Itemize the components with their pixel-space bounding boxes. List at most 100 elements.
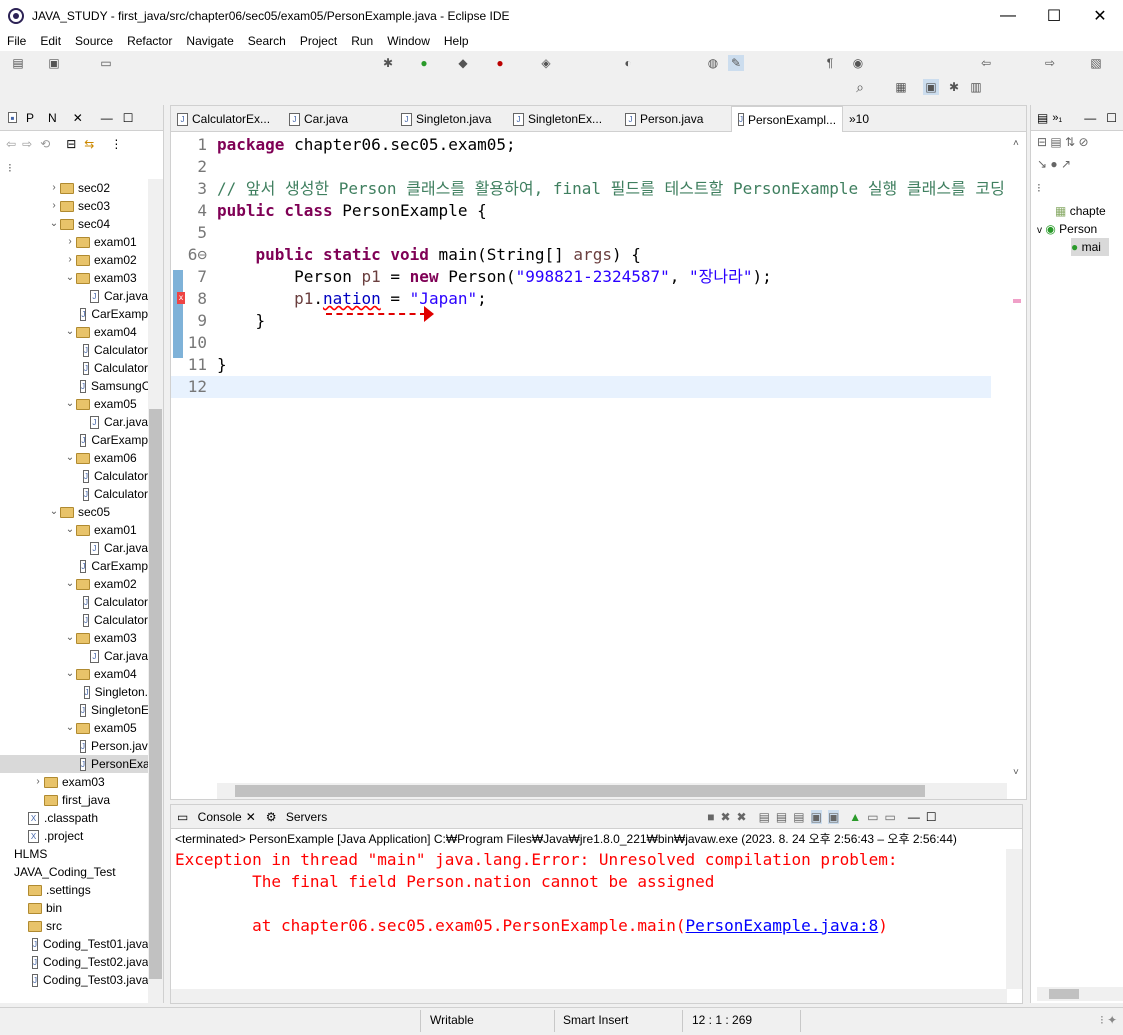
editor-tab[interactable]: JPersonExampl...✕ [731, 106, 843, 132]
remove-all-icon[interactable]: ✖ [737, 810, 747, 824]
show-stdout-icon[interactable]: ▣ [810, 809, 822, 824]
expand-chevron-icon[interactable]: ⌄ [64, 269, 76, 287]
menu-edit[interactable]: Edit [33, 34, 68, 48]
tree-file[interactable]: J Car.java [0, 287, 148, 305]
pin-editor-icon[interactable]: ▧ [1088, 55, 1104, 71]
toggle-breadcrumb-icon[interactable]: ◍ [705, 55, 721, 71]
up-icon[interactable]: ⟲ [40, 137, 50, 151]
tree-file[interactable]: J Car.java [0, 413, 148, 431]
view-overflow-icon[interactable]: »₁ [1052, 112, 1062, 124]
tree-file[interactable]: J Calculator [0, 611, 148, 629]
expand-chevron-icon[interactable]: ⌄ [64, 521, 76, 539]
open-console-icon[interactable]: ▭ [885, 810, 896, 824]
tree-folder[interactable]: bin [0, 899, 148, 917]
code-line[interactable]: 9 } [171, 310, 991, 332]
navigator-tab[interactable]: N [44, 111, 57, 125]
outline-tab[interactable]: ▤ [1037, 111, 1048, 125]
menu-navigate[interactable]: Navigate [179, 34, 240, 48]
maximize-view-icon[interactable]: ☐ [1106, 111, 1117, 125]
tree-folder[interactable]: › sec03 [0, 197, 148, 215]
tree-folder[interactable]: › sec02 [0, 179, 148, 197]
tree-file[interactable]: J Coding_Test02.java [0, 953, 148, 971]
tree-folder[interactable]: first_java [0, 791, 148, 809]
menu-help[interactable]: Help [437, 34, 476, 48]
tree-folder[interactable]: ⌄ sec05 [0, 503, 148, 521]
outline-package[interactable]: ▦ chapte [1055, 202, 1106, 220]
outline-menu-icon[interactable]: ⁝ [1037, 181, 1041, 195]
outline-toolbar[interactable]: ⊟ ▤ ⇅ ⊘ [1037, 135, 1089, 149]
maximize-button[interactable]: ☐ [1031, 0, 1077, 31]
back-icon[interactable]: ⇦ [978, 55, 994, 71]
link-editor-icon[interactable]: ⇆ [84, 137, 94, 151]
code-line[interactable]: 2 [171, 156, 991, 178]
expand-chevron-icon[interactable]: ⌄ [64, 323, 76, 341]
tree-folder[interactable]: ⌄ sec04 [0, 215, 148, 233]
tree-file[interactable]: J Person.java [0, 737, 148, 755]
java-perspective-icon[interactable]: ▣ [923, 79, 939, 95]
debug-icon[interactable]: ✱ [380, 55, 396, 71]
back-arrow-icon[interactable]: ⇦ [6, 137, 16, 151]
forward-arrow-icon[interactable]: ⇨ [22, 137, 32, 151]
open-perspective-icon[interactable]: ▦ [893, 79, 909, 95]
tree-file[interactable]: J Calculator [0, 485, 148, 503]
expand-chevron-icon[interactable]: ⌄ [64, 575, 76, 593]
console-tab[interactable]: ▭ Console [177, 810, 242, 824]
tree-file[interactable]: J Singleton. [0, 683, 148, 701]
search-icon[interactable]: ⌕ [852, 79, 868, 95]
remove-launch-icon[interactable]: ✖ [720, 810, 730, 824]
run-icon[interactable]: ● [416, 55, 432, 71]
tree-file[interactable]: J Calculator [0, 593, 148, 611]
package-explorer-tab[interactable]: ▪ P [4, 111, 34, 125]
lightbulb-icon[interactable]: ⁝ ✦ [1100, 1013, 1117, 1027]
stack-trace-link[interactable]: PersonExample.java:8 [686, 916, 879, 935]
tree-file[interactable]: X .classpath [0, 809, 148, 827]
code-line[interactable]: 10 [171, 332, 991, 354]
close-icon[interactable]: ✕ [246, 810, 256, 824]
error-marker[interactable] [1013, 299, 1021, 303]
left-scrollbar[interactable] [148, 179, 163, 1003]
tree-file[interactable]: J SingletonE [0, 701, 148, 719]
code-line[interactable]: 1 package chapter06.sec05.exam05; [171, 134, 991, 156]
outline-class[interactable]: v ◉ Person [1037, 220, 1097, 238]
code-line[interactable]: 8 p1.nation = "Japan"; x [171, 288, 991, 310]
tree-folder[interactable]: › exam01 [0, 233, 148, 251]
tree-folder[interactable]: ⌄ exam05 [0, 395, 148, 413]
editor-tab[interactable]: J SingletonEx... [507, 106, 619, 132]
tree-file[interactable]: J Car.java [0, 647, 148, 665]
tree-folder[interactable]: ⌄ exam05 [0, 719, 148, 737]
view-menu-icon[interactable]: ⋮ [110, 137, 122, 151]
tree-file[interactable]: J CarExamp [0, 305, 148, 323]
view-menu-dots[interactable]: ⁝ [0, 157, 163, 179]
tab-overflow[interactable]: »10 [843, 106, 883, 132]
outline-filter-icons[interactable]: ↘ ● ↗ [1037, 157, 1071, 171]
code-line[interactable]: 7 Person p1 = new Person("998821-2324587… [171, 266, 991, 288]
save-icon[interactable]: ▣ [46, 55, 62, 71]
tree-folder[interactable]: ⌄ exam02 [0, 575, 148, 593]
expand-chevron-icon[interactable]: ⌄ [64, 665, 76, 683]
debug-perspective-icon[interactable]: ✱ [946, 79, 962, 95]
code-line[interactable]: 5 [171, 222, 991, 244]
minimize-view-icon[interactable]: — [1084, 111, 1096, 125]
tree-file[interactable]: J Coding_Test01.java [0, 935, 148, 953]
code-line[interactable]: 6⊖ public static void main(String[] args… [171, 244, 991, 266]
outline-method[interactable]: ● mai [1071, 238, 1109, 256]
code-line[interactable]: 3 // 앞서 생성한 Person 클래스를 활용하여, final 필드를 테… [171, 178, 1004, 200]
expand-chevron-icon[interactable]: ⌄ [64, 719, 76, 737]
show-whitespace-icon[interactable]: ¶ [822, 55, 838, 71]
tree-folder[interactable]: ⌄ exam06 [0, 449, 148, 467]
console-vscroll[interactable] [1006, 849, 1022, 989]
open-type-icon[interactable]: ◐ [620, 55, 636, 71]
expand-chevron-icon[interactable]: ⌄ [64, 629, 76, 647]
word-wrap-icon[interactable]: ▤ [793, 810, 804, 824]
minimize-view-icon[interactable]: — [101, 111, 113, 125]
editor-tab[interactable]: J Car.java [283, 106, 395, 132]
expand-chevron-icon[interactable]: ⌄ [64, 449, 76, 467]
close-icon[interactable]: ✕ [73, 111, 83, 125]
tree-file[interactable]: J PersonExa [0, 755, 148, 773]
tree-file[interactable]: J CarExamp [0, 431, 148, 449]
tree-folder[interactable]: › exam03 [0, 773, 148, 791]
terminal-icon[interactable]: ▭ [98, 55, 114, 71]
editor-tab[interactable]: J Singleton.java [395, 106, 507, 132]
menu-window[interactable]: Window [380, 34, 437, 48]
expand-chevron-icon[interactable]: › [64, 233, 76, 251]
